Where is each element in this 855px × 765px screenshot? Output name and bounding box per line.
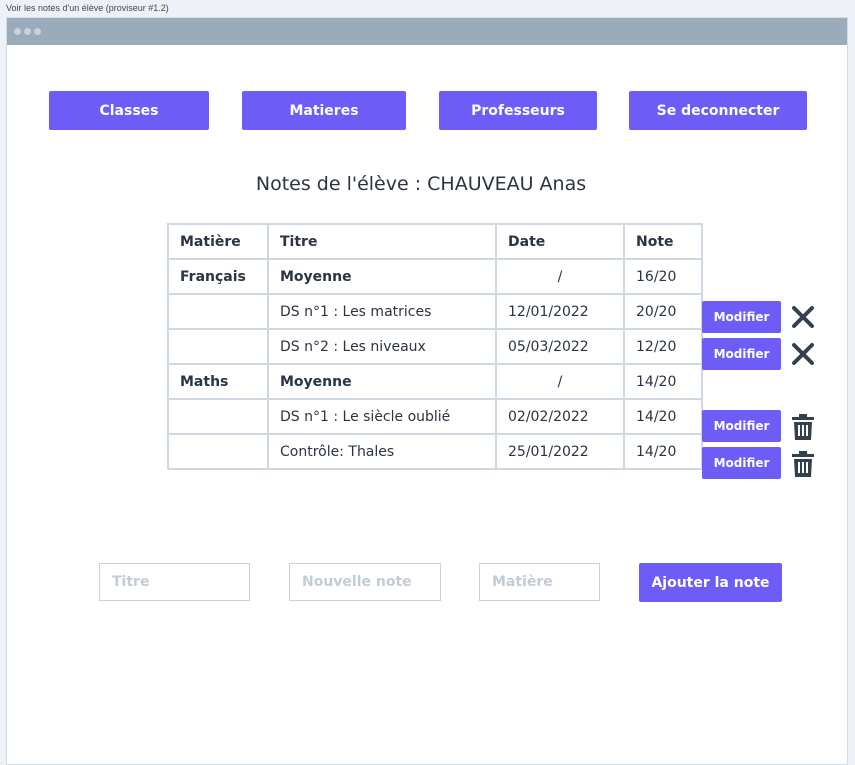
table-row: Français Moyenne / 16/20 (167, 258, 703, 295)
page-caption: Voir les notes d'un élève (proviseur #1.… (6, 3, 169, 13)
browser-window: Classes Matieres Professeurs Se deconnec… (6, 17, 848, 765)
cell-date: / (495, 363, 625, 400)
matieres-button[interactable]: Matieres (242, 91, 406, 130)
cell-titre: DS n°1 : Les matrices (267, 293, 497, 330)
cell-note: 12/20 (623, 328, 703, 365)
cell-note: 14/20 (623, 398, 703, 435)
column-header-date: Date (495, 223, 625, 260)
window-titlebar (7, 18, 847, 45)
modify-button[interactable]: Modifier (702, 338, 781, 370)
trash-icon[interactable] (789, 450, 817, 478)
add-note-button[interactable]: Ajouter la note (639, 563, 782, 602)
table-row: DS n°1 : Le siècle oublié 02/02/2022 14/… (167, 398, 703, 435)
table-row: Contrôle: Thales 25/01/2022 14/20 (167, 433, 703, 470)
page-title: Notes de l'élève : CHAUVEAU Anas (255, 173, 587, 195)
window-dot-icon (14, 28, 21, 35)
column-header-matiere: Matière (167, 223, 269, 260)
modify-button[interactable]: Modifier (702, 447, 781, 479)
cell-titre: Moyenne (267, 363, 497, 400)
cell-note: 14/20 (623, 363, 703, 400)
matiere-input[interactable] (479, 563, 600, 601)
titre-input[interactable] (99, 563, 250, 601)
column-header-note: Note (623, 223, 703, 260)
cell-date: 02/02/2022 (495, 398, 625, 435)
cell-matiere (167, 398, 269, 435)
cell-note: 14/20 (623, 433, 703, 470)
window-dot-icon (34, 28, 41, 35)
cell-note: 20/20 (623, 293, 703, 330)
cell-matiere (167, 293, 269, 330)
cell-matiere: Français (167, 258, 269, 295)
cell-matiere: Maths (167, 363, 269, 400)
cell-titre: Moyenne (267, 258, 497, 295)
cell-date: 05/03/2022 (495, 328, 625, 365)
table-header-row: Matière Titre Date Note (167, 223, 703, 260)
cell-date: / (495, 258, 625, 295)
logout-button[interactable]: Se deconnecter (629, 91, 807, 130)
cell-matiere (167, 433, 269, 470)
cell-note: 16/20 (623, 258, 703, 295)
grades-table: Matière Titre Date Note Français Moyenne… (167, 223, 703, 470)
modify-button[interactable]: Modifier (702, 410, 781, 442)
cell-matiere (167, 328, 269, 365)
column-header-titre: Titre (267, 223, 497, 260)
cell-date: 25/01/2022 (495, 433, 625, 470)
cell-date: 12/01/2022 (495, 293, 625, 330)
trash-icon[interactable] (789, 413, 817, 441)
close-icon[interactable] (789, 303, 817, 331)
window-dot-icon (24, 28, 31, 35)
professeurs-button[interactable]: Professeurs (439, 91, 597, 130)
table-row: Maths Moyenne / 14/20 (167, 363, 703, 400)
nouvelle-note-input[interactable] (289, 563, 441, 601)
close-icon[interactable] (789, 340, 817, 368)
table-row: DS n°2 : Les niveaux 05/03/2022 12/20 (167, 328, 703, 365)
cell-titre: Contrôle: Thales (267, 433, 497, 470)
table-row: DS n°1 : Les matrices 12/01/2022 20/20 (167, 293, 703, 330)
cell-titre: DS n°2 : Les niveaux (267, 328, 497, 365)
cell-titre: DS n°1 : Le siècle oublié (267, 398, 497, 435)
modify-button[interactable]: Modifier (702, 301, 781, 333)
classes-button[interactable]: Classes (49, 91, 209, 130)
